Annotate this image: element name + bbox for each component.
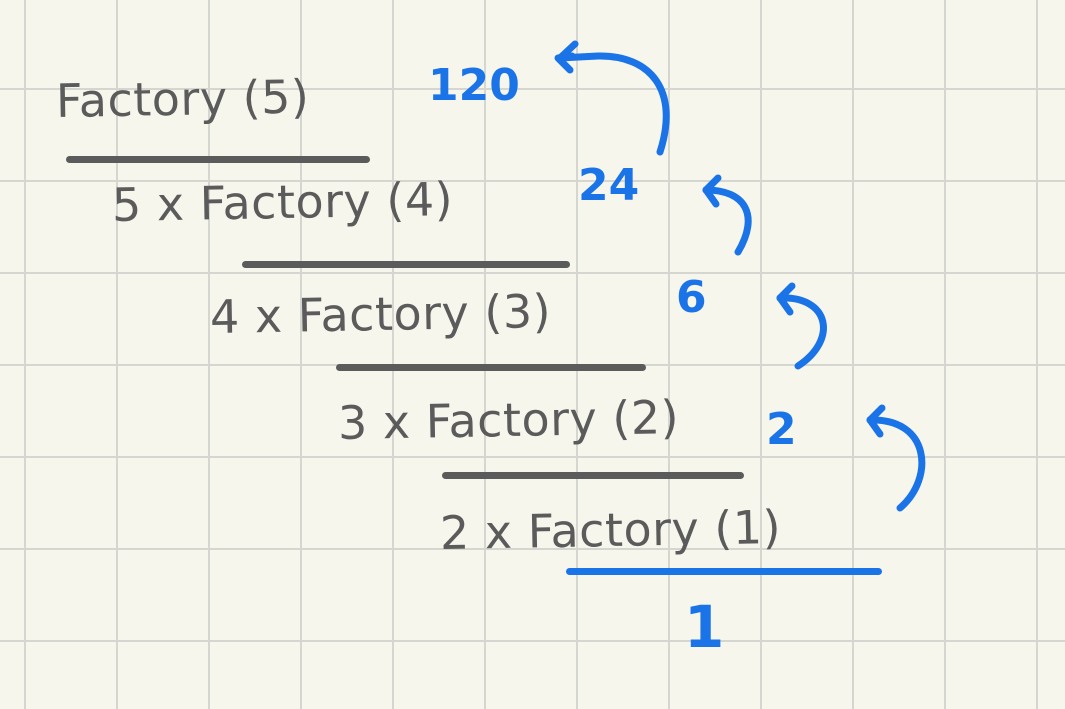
return-arrows (554, 40, 926, 512)
return-arrow-icon (556, 52, 670, 156)
